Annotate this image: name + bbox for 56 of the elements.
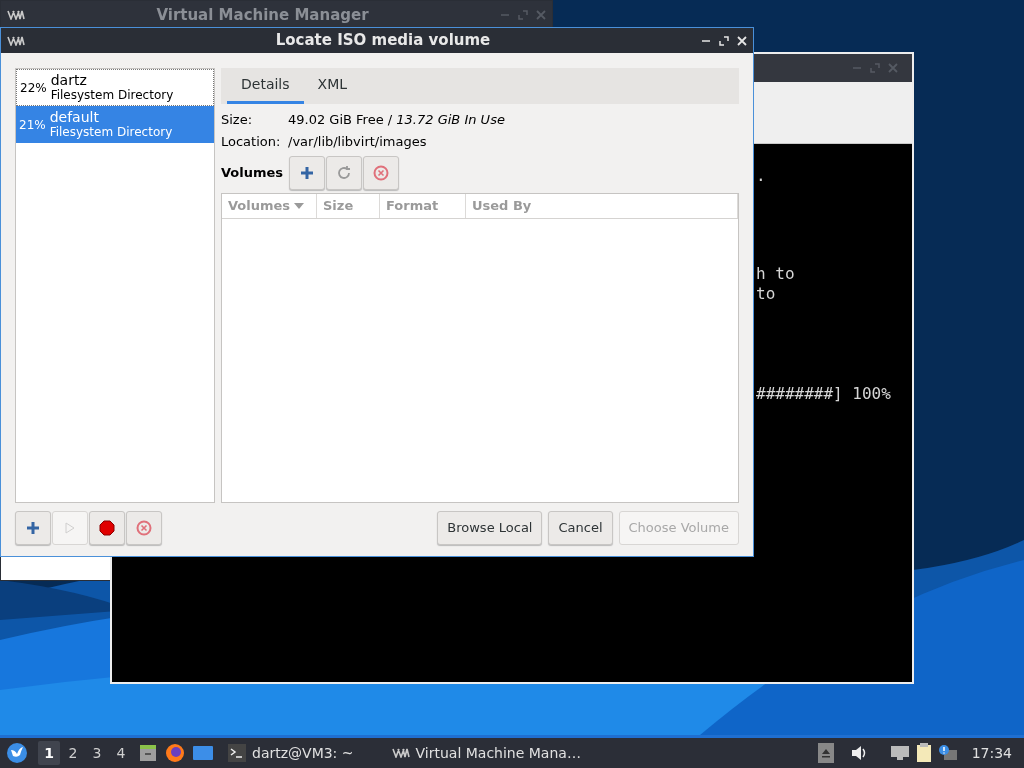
terminal-icon [228, 744, 246, 762]
tab[interactable]: XML [303, 68, 362, 104]
location-path: /var/lib/libvirt/images [288, 133, 427, 152]
location-label: Location: [221, 133, 282, 152]
network-icon[interactable] [889, 744, 910, 762]
window-title: Locate ISO media volume [275, 30, 491, 52]
pool-usage: 22% [20, 79, 47, 97]
tool-button[interactable] [126, 511, 162, 545]
terminal-line: h to [756, 264, 796, 284]
workspace-button[interactable]: 2 [62, 741, 84, 765]
notification-icon[interactable] [937, 744, 958, 762]
tool-button[interactable] [15, 511, 51, 545]
desktop-icon[interactable] [192, 744, 214, 762]
plus-icon [300, 166, 315, 180]
window-title: Virtual Machine Manager [156, 4, 369, 26]
file-cabinet-icon[interactable] [138, 743, 158, 763]
workspace-button[interactable]: 3 [86, 741, 108, 765]
task-button[interactable]: dartz@VM3: ~ [228, 742, 354, 764]
bird-logo-icon[interactable] [6, 742, 28, 764]
pool-type: Filesystem Directory [49, 124, 173, 140]
tool-button[interactable] [89, 511, 125, 545]
tab[interactable]: Details [227, 68, 304, 104]
delete-icon [373, 165, 390, 181]
app-logo-icon [7, 35, 25, 46]
sort-caret-icon [294, 203, 305, 209]
size-separator: / [387, 111, 394, 130]
play-icon [65, 522, 75, 534]
speaker-icon[interactable] [849, 744, 868, 762]
pool-name: default [49, 109, 100, 125]
workspace-button[interactable]: 4 [110, 741, 132, 765]
clock[interactable]: 17:34 [971, 742, 1012, 764]
terminal-line: to [756, 284, 777, 304]
size-in-use: 13.72 GiB In Use [396, 111, 505, 130]
dialog-button[interactable]: Cancel [548, 511, 613, 545]
app-logo-icon [391, 748, 410, 758]
pool-usage: 21% [19, 116, 46, 134]
eject-icon[interactable] [817, 743, 834, 763]
size-label: Size: [221, 111, 254, 130]
terminal-line: . [756, 166, 767, 186]
plus-icon [26, 521, 40, 535]
volumes-label: Volumes [221, 164, 284, 183]
tool-button[interactable] [289, 156, 326, 190]
pool-type: Filesystem Directory [50, 87, 174, 103]
stop-icon [99, 520, 115, 536]
task-button[interactable]: Virtual Machine Mana… [391, 742, 581, 764]
workspace-button[interactable]: 1 [38, 741, 60, 765]
dialog-button[interactable]: Browse Local [437, 511, 543, 545]
terminal-line: ########] 100% [756, 384, 892, 404]
clipboard-icon[interactable] [915, 743, 932, 763]
delete-icon [136, 520, 152, 536]
tool-button[interactable] [363, 156, 400, 190]
size-free: 49.02 GiB Free [288, 111, 385, 130]
fox-browser-icon[interactable] [164, 742, 186, 764]
refresh-icon [336, 165, 353, 181]
pool-name: dartz [50, 72, 88, 88]
app-logo-icon [7, 10, 25, 20]
